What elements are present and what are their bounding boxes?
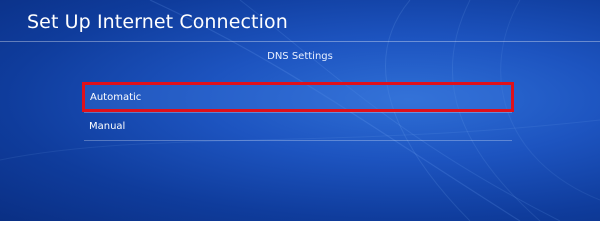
header-divider	[0, 41, 600, 42]
dns-options-list: Automatic Manual	[82, 82, 514, 141]
option-automatic[interactable]: Automatic	[82, 82, 514, 112]
screen: Set Up Internet Connection DNS Settings …	[0, 0, 600, 221]
page-title: Set Up Internet Connection	[27, 11, 288, 33]
option-label: Automatic	[90, 92, 142, 103]
option-label: Manual	[89, 121, 126, 132]
list-divider	[84, 140, 512, 141]
option-manual[interactable]: Manual	[82, 113, 514, 140]
section-heading: DNS Settings	[267, 51, 333, 62]
header: Set Up Internet Connection	[0, 0, 600, 42]
